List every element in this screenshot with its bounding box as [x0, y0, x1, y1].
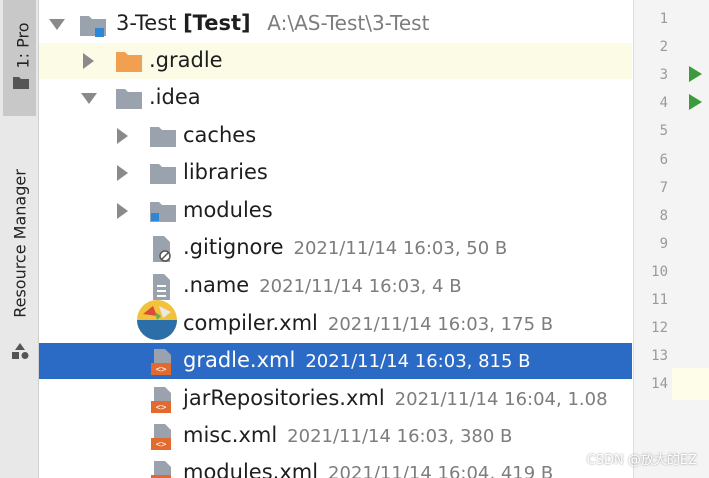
module-folder-icon: [80, 16, 106, 37]
floating-widget-icon: [137, 300, 177, 340]
tree-item-label: .gradle: [149, 48, 223, 72]
file-meta: 2021/11/14 16:03, 50 B: [293, 238, 508, 259]
tree-item-label: modules: [183, 198, 273, 222]
svg-text:<>: <>: [156, 403, 167, 413]
xml-file-icon: <>: [151, 387, 171, 413]
line-number: 6: [659, 152, 668, 168]
folder-icon: [150, 127, 176, 147]
current-line-highlight: [672, 368, 709, 400]
tree-item-label: caches: [183, 123, 257, 147]
file-name: gradle.xml: [183, 348, 296, 372]
folder-icon: [116, 52, 142, 72]
root-name: 3-Test: [116, 11, 177, 35]
file-meta: 2021/11/14 16:03, 4 B: [259, 276, 462, 297]
tree-row-file[interactable]: <> jarRepositories.xml 2021/11/14 16:04, …: [39, 381, 632, 417]
line-number: 7: [659, 180, 668, 196]
file-meta: 2021/11/14 16:04, 419 B: [328, 463, 554, 478]
xml-file-icon: <>: [151, 424, 171, 450]
resource-manager-icon[interactable]: [10, 342, 30, 360]
project-tab-label[interactable]: 1: Pro: [14, 22, 33, 68]
line-number: 3: [659, 67, 668, 83]
xml-file-icon: <>: [151, 349, 171, 375]
root-path: A:\AS-Test\3-Test: [267, 11, 430, 35]
xml-file-icon: <>: [151, 461, 171, 478]
file-meta: 2021/11/14 16:03, 175 B: [327, 314, 554, 335]
ignore-file-icon: [153, 236, 171, 262]
resource-manager-tab[interactable]: Resource Manager: [11, 169, 30, 318]
folder-icon: [13, 77, 29, 89]
expand-arrow-icon[interactable]: [83, 53, 94, 69]
tree-row-file[interactable]: .name 2021/11/14 16:03, 4 B: [39, 268, 632, 304]
file-meta: 2021/11/14 16:03, 380 B: [287, 426, 513, 447]
line-number: 2: [659, 39, 668, 55]
tool-window-strip: 1: Pro Resource Manager: [0, 0, 39, 478]
tree-item-label: .idea: [149, 85, 201, 109]
file-name: .gitignore: [183, 235, 284, 259]
line-number: 9: [659, 236, 668, 252]
collapse-arrow-icon[interactable]: [49, 19, 65, 30]
folder-icon: [116, 89, 142, 109]
root-module-tag: [Test]: [183, 11, 251, 35]
tree-row-gradle-dir[interactable]: .gradle: [39, 43, 632, 79]
tree-row-file[interactable]: compiler.xml 2021/11/14 16:03, 175 B: [39, 300, 632, 342]
line-number: 11: [651, 292, 668, 308]
tree-item-label: libraries: [183, 160, 268, 184]
tree-row-file[interactable]: <> modules.xml 2021/11/14 16:04, 419 B: [39, 455, 632, 478]
file-name: jarRepositories.xml: [183, 386, 385, 410]
tree-row-libraries[interactable]: libraries: [39, 155, 632, 191]
run-gutter-icon[interactable]: [689, 66, 702, 82]
file-name: misc.xml: [183, 423, 278, 447]
text-file-icon: [153, 274, 170, 300]
line-number: 1: [659, 11, 668, 27]
line-number: 4: [659, 95, 668, 111]
svg-text:<>: <>: [156, 440, 167, 450]
line-number: 5: [659, 123, 668, 139]
tree-row-caches[interactable]: caches: [39, 118, 632, 154]
folder-icon: [150, 164, 176, 184]
watermark: CSDN @放大的EZ: [586, 453, 697, 468]
file-name: compiler.xml: [183, 311, 318, 335]
module-folder-icon: [150, 202, 176, 222]
tree-row-root[interactable]: 3-Test [Test] A:\AS-Test\3-Test: [39, 6, 632, 42]
file-name: modules.xml: [183, 460, 319, 478]
tree-row-file[interactable]: <> misc.xml 2021/11/14 16:03, 380 B: [39, 418, 632, 454]
file-name: .name: [183, 273, 250, 297]
tree-row-modules-dir[interactable]: modules: [39, 193, 632, 229]
line-number: 12: [651, 320, 668, 336]
tree-row-file-selected[interactable]: <> gradle.xml 2021/11/14 16:03, 815 B: [39, 343, 632, 379]
svg-text:<>: <>: [156, 365, 167, 375]
project-tree: 3-Test [Test] A:\AS-Test\3-Test .gradle …: [39, 0, 632, 478]
line-number: 14: [651, 376, 668, 392]
line-number: 8: [659, 208, 668, 224]
tree-row-idea-dir[interactable]: .idea: [39, 80, 632, 116]
tree-row-file[interactable]: .gitignore 2021/11/14 16:03, 50 B: [39, 230, 632, 266]
file-meta: 2021/11/14 16:04, 1.08: [394, 389, 608, 410]
project-tool-button[interactable]: 1: Pro: [3, 0, 36, 116]
expand-arrow-icon[interactable]: [117, 128, 128, 144]
expand-arrow-icon[interactable]: [117, 165, 128, 181]
file-meta: 2021/11/14 16:03, 815 B: [305, 351, 531, 372]
line-number: 10: [651, 264, 668, 280]
editor-gutter: 1 2 3 4 5 6 7 8 9 10 11 12 13 14: [633, 0, 709, 478]
run-gutter-icon[interactable]: [689, 94, 702, 110]
expand-arrow-icon[interactable]: [117, 203, 128, 219]
line-number: 13: [651, 348, 668, 364]
collapse-arrow-icon[interactable]: [81, 93, 97, 104]
